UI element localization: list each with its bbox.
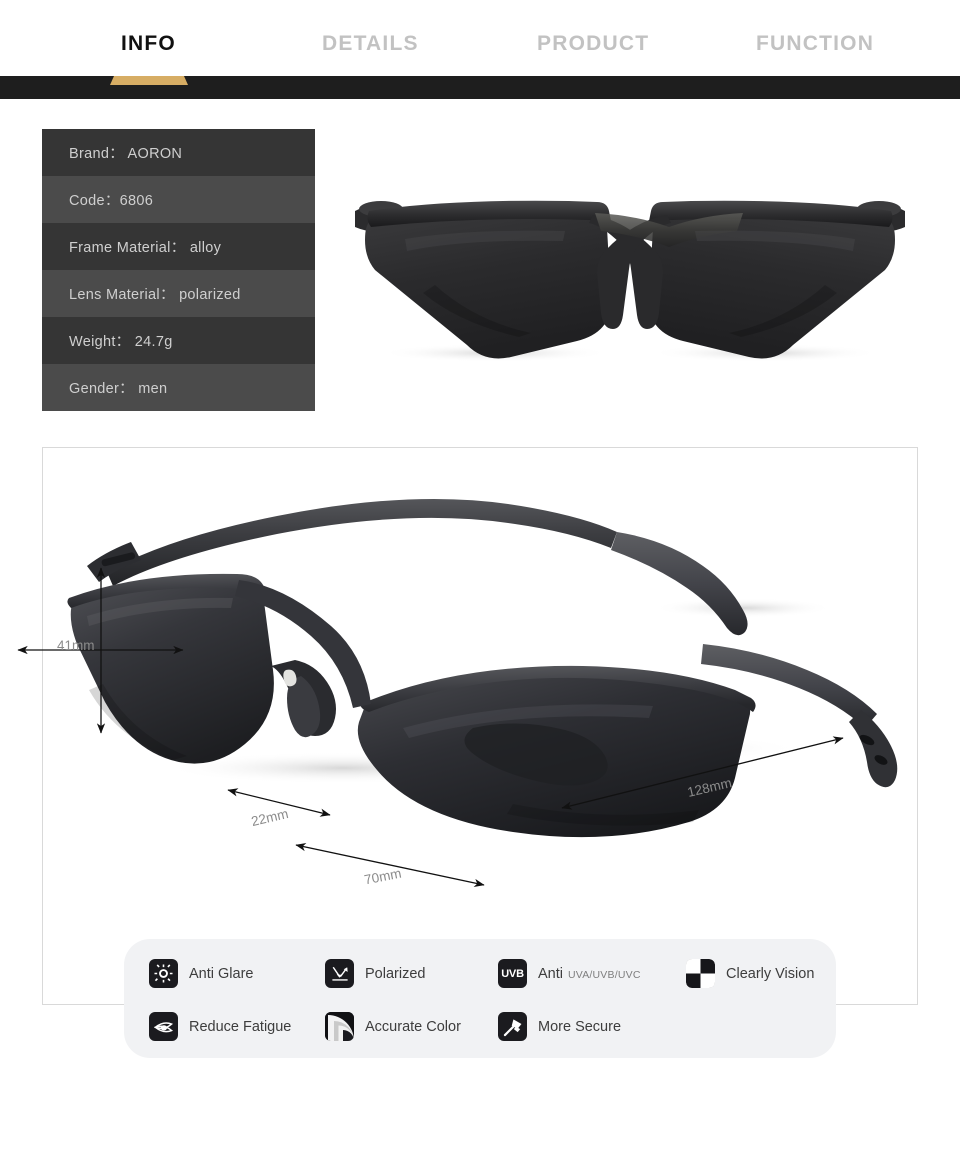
feature-label-anti-uv-sub: UVA/UVB/UVC <box>568 968 641 981</box>
hammer-icon <box>498 1012 527 1041</box>
feature-label-anti-uv: Anti UVA/UVB/UVC <box>538 966 641 982</box>
feature-reduce-fatigue: Reduce Fatigue <box>149 1012 291 1041</box>
tab-function[interactable]: FUNCTION <box>756 32 874 56</box>
feature-accurate-color: Accurate Color <box>325 1012 461 1041</box>
tab-navigation: INFO DETAILS PRODUCT FUNCTION <box>0 0 960 76</box>
features-card: Anti Glare Reduce Fatigue Polarized Accu… <box>124 939 836 1058</box>
feature-label-clearly-vision: Clearly Vision <box>726 965 815 982</box>
sun-gear-icon <box>149 959 178 988</box>
feature-label-anti-uv-main: Anti <box>538 965 563 982</box>
feature-label-reduce-fatigue: Reduce Fatigue <box>189 1018 292 1035</box>
spec-row-lens-material: Lens Material： polarized <box>42 270 315 317</box>
spec-row-frame-material: Frame Material： alloy <box>42 223 315 270</box>
product-detail-page: INFO DETAILS PRODUCT FUNCTION Brand： AOR… <box>0 0 960 1150</box>
feature-label-polarized: Polarized <box>365 965 426 982</box>
active-tab-indicator <box>110 76 188 85</box>
spec-row-brand: Brand： AORON <box>42 129 315 176</box>
product-photo-angled <box>67 498 898 838</box>
dimension-label-height: 41mm <box>57 638 95 653</box>
checkerboard-icon <box>686 959 715 988</box>
tab-info[interactable]: INFO <box>121 32 176 56</box>
feature-label-accurate-color: Accurate Color <box>365 1018 461 1035</box>
product-photo-front <box>355 200 905 362</box>
reflect-arrows-icon <box>325 959 354 988</box>
feature-anti-uv: UVB Anti UVA/UVB/UVC <box>498 959 641 988</box>
specification-table: Brand： AORON Code：6806 Frame Material： a… <box>42 129 315 411</box>
feature-label-anti-glare: Anti Glare <box>189 965 254 982</box>
tab-product[interactable]: PRODUCT <box>537 32 649 56</box>
feature-polarized: Polarized <box>325 959 425 988</box>
feature-label-more-secure: More Secure <box>538 1018 622 1035</box>
uvb-badge-text: UVB <box>501 967 524 980</box>
feature-anti-glare: Anti Glare <box>149 959 253 988</box>
spec-row-code: Code：6806 <box>42 176 315 223</box>
dimension-panel <box>42 447 918 1005</box>
spec-row-weight: Weight： 24.7g <box>42 317 315 364</box>
uvb-badge-icon: UVB <box>498 959 527 988</box>
eye-icon <box>149 1012 178 1041</box>
feature-more-secure: More Secure <box>498 1012 621 1041</box>
color-ring-icon <box>325 1012 354 1041</box>
tab-details[interactable]: DETAILS <box>322 32 419 56</box>
feature-clearly-vision: Clearly Vision <box>686 959 814 988</box>
spec-row-gender: Gender： men <box>42 364 315 411</box>
